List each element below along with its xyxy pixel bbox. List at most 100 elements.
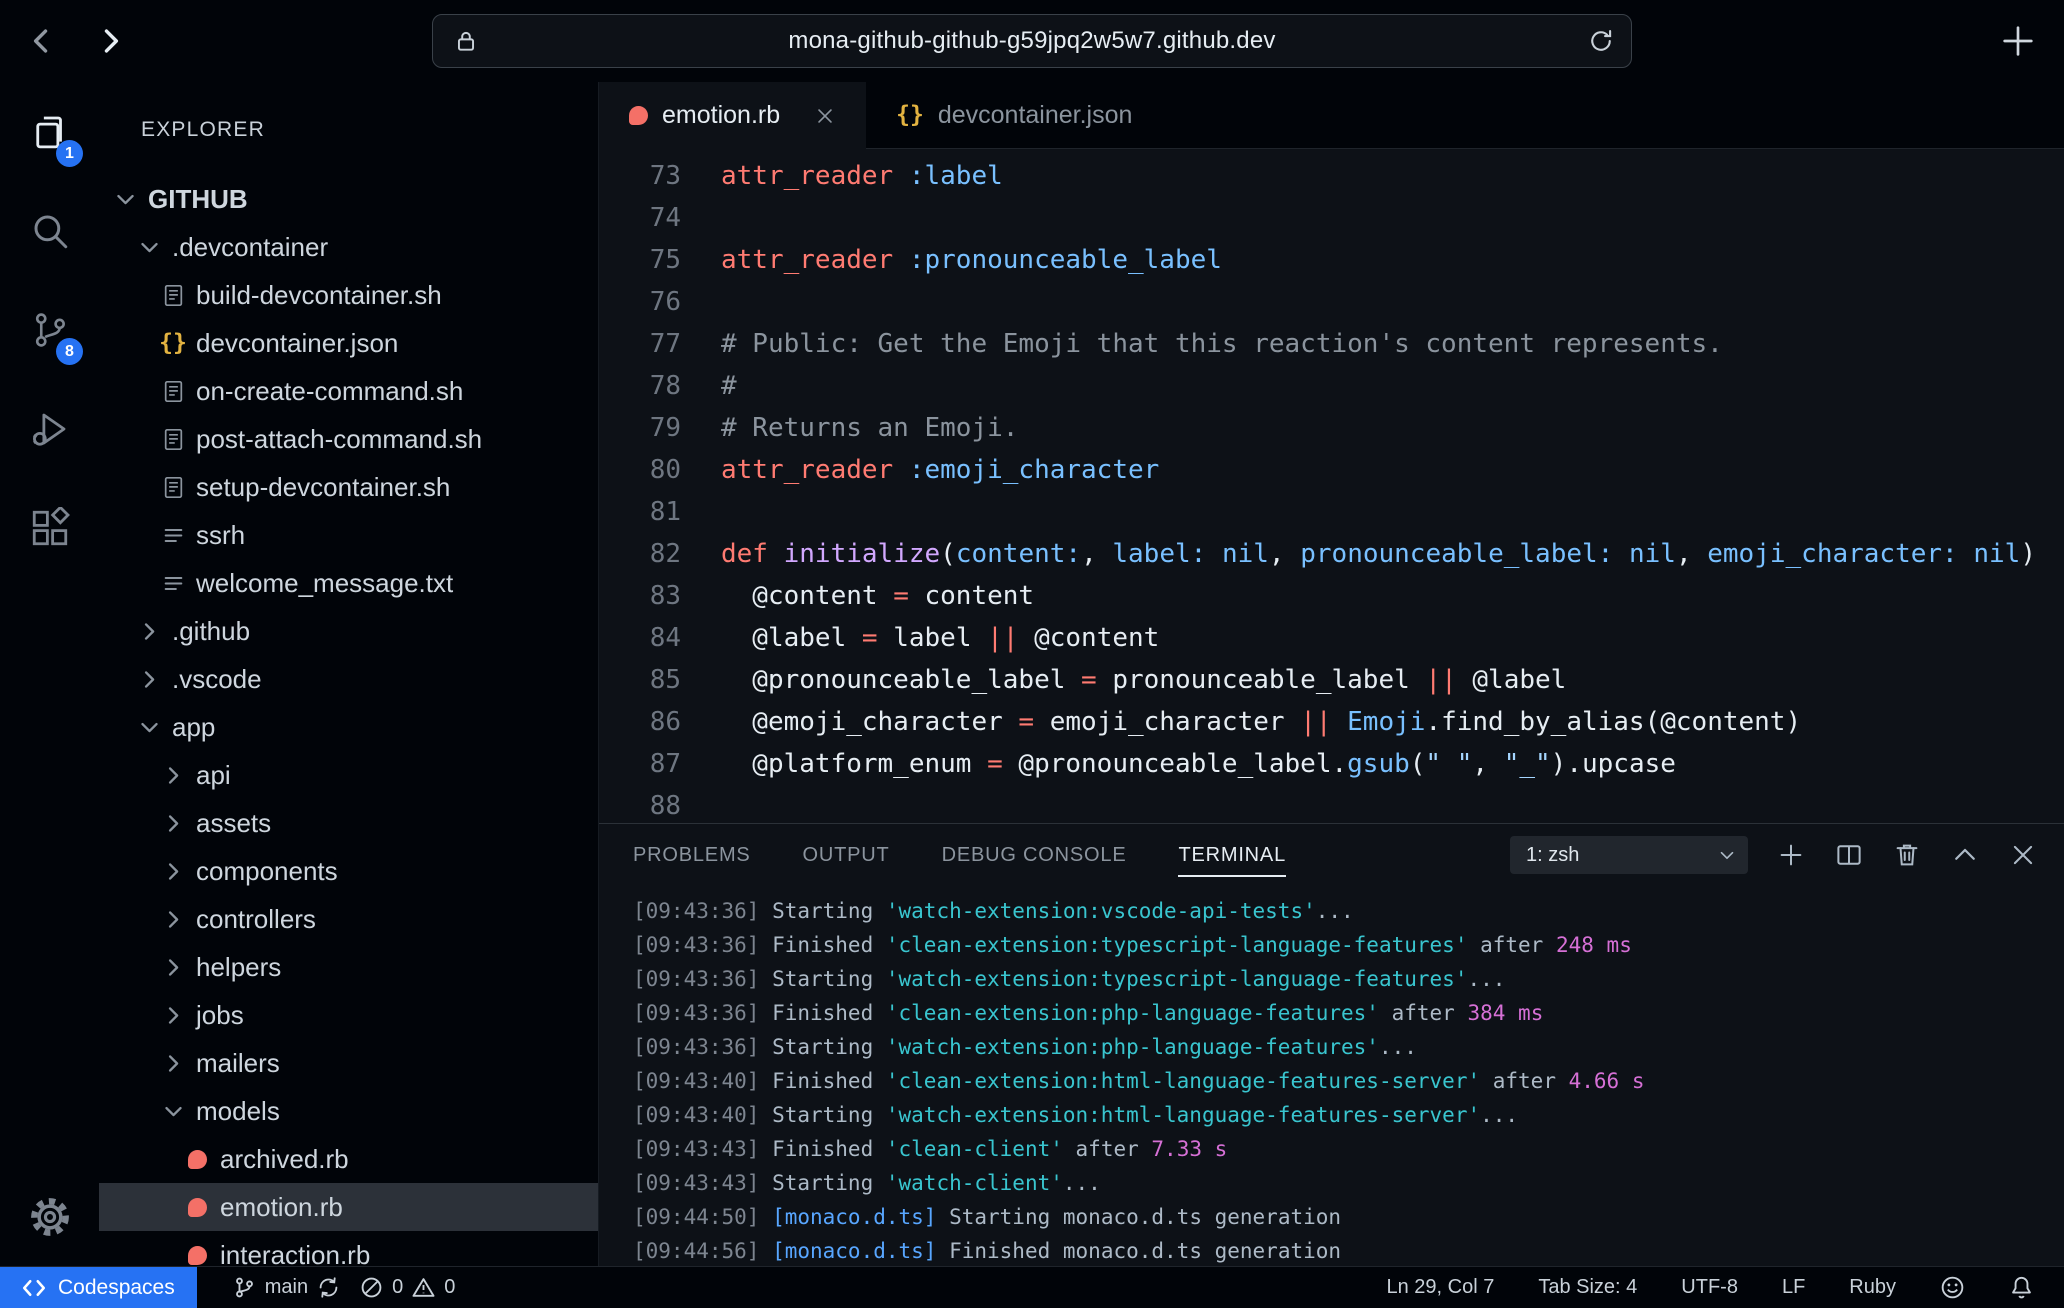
tree-item-build-devcontainer-sh[interactable]: build-devcontainer.sh xyxy=(99,271,598,319)
tree-item-devcontainer[interactable]: .devcontainer xyxy=(99,223,598,271)
tree-item-label: app xyxy=(172,712,215,743)
terminal-output[interactable]: [09:43:36] Starting 'watch-extension:vsc… xyxy=(599,886,2064,1266)
tree-item-github[interactable]: .github xyxy=(99,607,598,655)
tree-item-controllers[interactable]: controllers xyxy=(99,895,598,943)
tree-item-devcontainer-json[interactable]: {}devcontainer.json xyxy=(99,319,598,367)
code-text: # Returns an Emoji. xyxy=(681,407,1018,449)
tree-item-interaction-rb[interactable]: interaction.rb xyxy=(99,1231,598,1266)
tree-item-emotion-rb[interactable]: emotion.rb xyxy=(99,1183,598,1231)
tree-item-mailers[interactable]: mailers xyxy=(99,1039,598,1087)
terminal-shell-select[interactable]: 1: zsh xyxy=(1510,836,1748,874)
chevron-right-icon xyxy=(155,1051,191,1076)
json-icon: {} xyxy=(155,330,191,356)
code-line[interactable]: 78# xyxy=(599,365,2064,407)
code-line[interactable]: 85 @pronounceable_label = pronounceable_… xyxy=(599,659,2064,701)
code-line[interactable]: 84 @label = label || @content xyxy=(599,617,2064,659)
tree-item-components[interactable]: components xyxy=(99,847,598,895)
tree-item-welcome-message-txt[interactable]: welcome_message.txt xyxy=(99,559,598,607)
explorer-icon[interactable]: 1 xyxy=(0,82,99,181)
ruby-icon xyxy=(179,1246,215,1265)
tree-item-ssrh[interactable]: ssrh xyxy=(99,511,598,559)
tree-item-on-create-command-sh[interactable]: on-create-command.sh xyxy=(99,367,598,415)
line-number: 81 xyxy=(599,491,681,533)
tree-item-models[interactable]: models xyxy=(99,1087,598,1135)
chevron-up-icon xyxy=(1950,840,1980,870)
tree-item-jobs[interactable]: jobs xyxy=(99,991,598,1039)
tree-item-setup-devcontainer-sh[interactable]: setup-devcontainer.sh xyxy=(99,463,598,511)
tree-item-api[interactable]: api xyxy=(99,751,598,799)
panel-tab-output[interactable]: OUTPUT xyxy=(803,824,890,886)
code-line[interactable]: 86 @emoji_character = emoji_character ||… xyxy=(599,701,2064,743)
new-terminal-button[interactable] xyxy=(1776,840,1806,870)
branch-indicator[interactable]: main xyxy=(233,1276,340,1299)
feedback-smiley-icon[interactable] xyxy=(1940,1275,1965,1300)
sync-icon xyxy=(317,1276,340,1299)
language-indicator[interactable]: Ruby xyxy=(1849,1276,1896,1299)
run-debug-icon[interactable] xyxy=(0,379,99,478)
code-line[interactable]: 82def initialize(content:, label: nil, p… xyxy=(599,533,2064,575)
line-number: 85 xyxy=(599,659,681,701)
split-terminal-button[interactable] xyxy=(1834,840,1864,870)
notifications-bell-icon[interactable] xyxy=(2009,1275,2034,1300)
code-line[interactable]: 77# Public: Get the Emoji that this reac… xyxy=(599,323,2064,365)
tree-item-label: .devcontainer xyxy=(172,232,328,263)
code-editor[interactable]: 73attr_reader :label7475attr_reader :pro… xyxy=(599,149,2064,823)
code-text: @content = content xyxy=(681,575,1034,617)
close-tab-icon[interactable] xyxy=(814,105,836,127)
new-tab-button[interactable] xyxy=(1998,21,2038,61)
tree-item-post-attach-command-sh[interactable]: post-attach-command.sh xyxy=(99,415,598,463)
terminal-line: [09:43:43] Starting 'watch-client'... xyxy=(633,1166,2064,1200)
chevron-down-icon xyxy=(131,715,167,740)
back-button[interactable] xyxy=(22,21,62,61)
code-line[interactable]: 75attr_reader :pronounceable_label xyxy=(599,239,2064,281)
bottom-panel: PROBLEMS OUTPUT DEBUG CONSOLE TERMINAL 1: z… xyxy=(599,823,2064,1266)
forward-button[interactable] xyxy=(90,21,130,61)
eol-indicator[interactable]: LF xyxy=(1782,1276,1805,1299)
code-line[interactable]: 76 xyxy=(599,281,2064,323)
chevron-right-icon xyxy=(131,619,167,644)
panel-tab-debug-console[interactable]: DEBUG CONSOLE xyxy=(942,824,1127,886)
code-line[interactable]: 80attr_reader :emoji_character xyxy=(599,449,2064,491)
cursor-position[interactable]: Ln 29, Col 7 xyxy=(1386,1276,1494,1299)
chevron-right-icon xyxy=(155,763,191,788)
editor-tab-bar: emotion.rb{}devcontainer.json xyxy=(599,82,2064,149)
code-line[interactable]: 81 xyxy=(599,491,2064,533)
code-line[interactable]: 88 xyxy=(599,785,2064,823)
url-text: mona-github-github-g59jpq2w5w7.github.de… xyxy=(433,27,1631,55)
code-line[interactable]: 73attr_reader :label xyxy=(599,155,2064,197)
tree-item-label: assets xyxy=(196,808,271,839)
tree-item-assets[interactable]: assets xyxy=(99,799,598,847)
lock-icon[interactable] xyxy=(453,28,479,54)
kill-terminal-button[interactable] xyxy=(1892,840,1922,870)
maximize-panel-button[interactable] xyxy=(1950,840,1980,870)
panel-tab-problems[interactable]: PROBLEMS xyxy=(633,824,751,886)
encoding-indicator[interactable]: UTF-8 xyxy=(1681,1276,1738,1299)
code-text xyxy=(681,281,721,323)
tab-size-indicator[interactable]: Tab Size: 4 xyxy=(1538,1276,1637,1299)
refresh-icon[interactable] xyxy=(1587,27,1615,55)
browser-nav xyxy=(22,0,130,82)
problems-indicator[interactable]: 0 0 xyxy=(360,1276,455,1299)
code-line[interactable]: 79# Returns an Emoji. xyxy=(599,407,2064,449)
source-control-icon[interactable]: 8 xyxy=(0,280,99,379)
tab-emotion-rb[interactable]: emotion.rb xyxy=(599,82,866,149)
search-icon[interactable] xyxy=(0,181,99,280)
tree-item-github[interactable]: GITHUB xyxy=(99,175,598,223)
extensions-icon[interactable] xyxy=(0,478,99,577)
terminal-line: [09:43:40] Starting 'watch-extension:htm… xyxy=(633,1098,2064,1132)
panel-tab-terminal[interactable]: TERMINAL xyxy=(1178,824,1286,886)
tree-item-archived-rb[interactable]: archived.rb xyxy=(99,1135,598,1183)
code-lines: 73attr_reader :label7475attr_reader :pro… xyxy=(599,155,2064,823)
tab-devcontainer-json[interactable]: {}devcontainer.json xyxy=(866,82,1162,148)
code-line[interactable]: 74 xyxy=(599,197,2064,239)
tree-item-helpers[interactable]: helpers xyxy=(99,943,598,991)
url-bar[interactable]: mona-github-github-g59jpq2w5w7.github.de… xyxy=(432,14,1632,68)
codespaces-button[interactable]: Codespaces xyxy=(0,1267,197,1308)
tree-item-label: jobs xyxy=(196,1000,244,1031)
tree-item-app[interactable]: app xyxy=(99,703,598,751)
settings-gear-icon[interactable] xyxy=(0,1167,99,1266)
code-line[interactable]: 87 @platform_enum = @pronounceable_label… xyxy=(599,743,2064,785)
close-panel-button[interactable] xyxy=(2008,840,2038,870)
tree-item-vscode[interactable]: .vscode xyxy=(99,655,598,703)
code-line[interactable]: 83 @content = content xyxy=(599,575,2064,617)
